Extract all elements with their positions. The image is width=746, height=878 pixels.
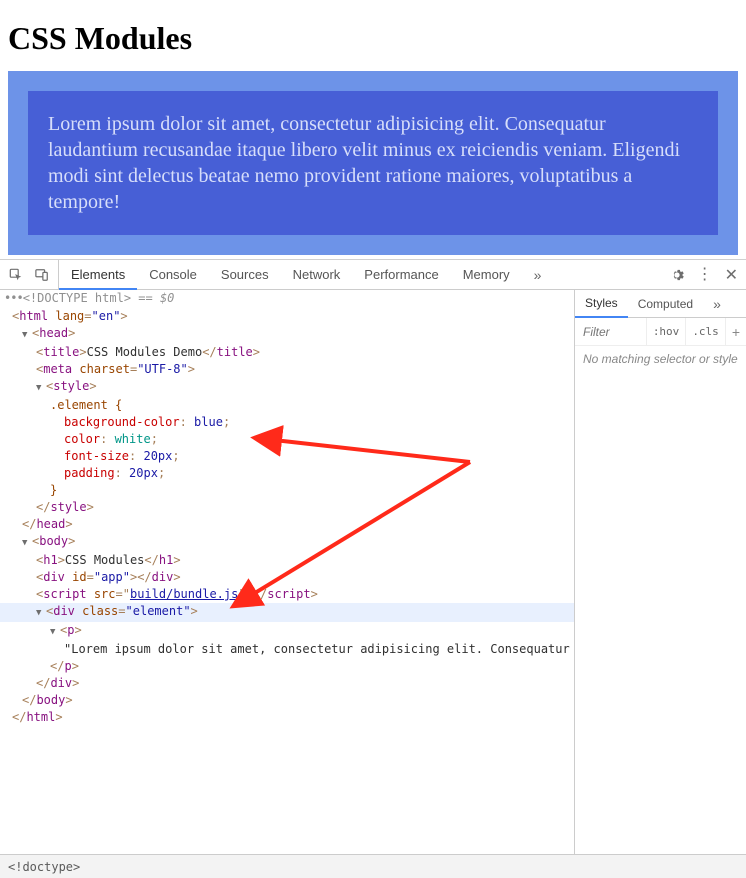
head-close[interactable]: </head> bbox=[0, 516, 574, 533]
title-node[interactable]: <title>CSS Modules Demo</title> bbox=[0, 344, 574, 361]
head-node[interactable]: <head> bbox=[0, 325, 574, 344]
close-icon[interactable]: ✕ bbox=[725, 265, 738, 285]
gear-icon[interactable] bbox=[669, 267, 685, 283]
dom-tree[interactable]: <html lang="en"> <head> <title>CSS Modul… bbox=[0, 306, 574, 878]
div-element-node[interactable]: <div class="element"> bbox=[0, 603, 574, 622]
doctype-text: <!DOCTYPE html> bbox=[23, 291, 131, 305]
h1-node[interactable]: <h1>CSS Modules</h1> bbox=[0, 552, 574, 569]
page-heading: CSS Modules bbox=[8, 20, 738, 57]
style-node[interactable]: <style> bbox=[0, 378, 574, 397]
tab-console[interactable]: Console bbox=[137, 260, 209, 289]
body-node[interactable]: <body> bbox=[0, 533, 574, 552]
styles-filter-input[interactable] bbox=[575, 325, 646, 339]
rendered-page: CSS Modules Lorem ipsum dolor sit amet, … bbox=[0, 0, 746, 263]
styles-overflow-icon[interactable]: » bbox=[703, 290, 731, 317]
breadcrumb[interactable]: <!doctype> bbox=[0, 854, 746, 878]
selected-marker: == $0 bbox=[131, 291, 174, 305]
styles-filter-row: :hov .cls + bbox=[575, 318, 746, 346]
devtools-tabbar: Elements Console Sources Network Perform… bbox=[0, 260, 746, 290]
p-node[interactable]: <p> bbox=[0, 622, 574, 641]
app-container: Lorem ipsum dolor sit amet, consectetur … bbox=[8, 71, 738, 255]
tab-styles[interactable]: Styles bbox=[575, 291, 628, 318]
styles-tabbar: Styles Computed » bbox=[575, 290, 746, 318]
kebab-menu-icon[interactable]: ⋮ bbox=[697, 267, 713, 283]
devtools-panel: Elements Console Sources Network Perform… bbox=[0, 259, 746, 878]
inspect-element-icon[interactable] bbox=[8, 267, 24, 283]
paragraph-text: Lorem ipsum dolor sit amet, consectetur … bbox=[48, 113, 680, 213]
p-text-node[interactable]: "Lorem ipsum dolor sit amet, consectetur… bbox=[0, 641, 574, 658]
hov-button[interactable]: :hov bbox=[646, 318, 686, 345]
no-matching-selector: No matching selector or style bbox=[575, 346, 746, 372]
tab-sources[interactable]: Sources bbox=[209, 260, 281, 289]
elements-panel: •••<!DOCTYPE html> == $0 <html lang="en"… bbox=[0, 290, 574, 878]
devtools-body: •••<!DOCTYPE html> == $0 <html lang="en"… bbox=[0, 290, 746, 878]
div-app-node[interactable]: <div id="app"></div> bbox=[0, 569, 574, 586]
tab-performance[interactable]: Performance bbox=[352, 260, 450, 289]
cls-button[interactable]: .cls bbox=[685, 318, 725, 345]
tab-network[interactable]: Network bbox=[281, 260, 353, 289]
new-style-rule-button[interactable]: + bbox=[725, 318, 746, 345]
styles-panel: Styles Computed » :hov .cls + No matchin… bbox=[574, 290, 746, 878]
devtools-left-icons bbox=[0, 260, 59, 289]
doctype-row[interactable]: •••<!DOCTYPE html> == $0 bbox=[0, 290, 574, 306]
tab-computed[interactable]: Computed bbox=[628, 290, 703, 317]
tab-memory[interactable]: Memory bbox=[451, 260, 522, 289]
element-box: Lorem ipsum dolor sit amet, consectetur … bbox=[28, 91, 718, 235]
meta-node[interactable]: <meta charset="UTF-8"> bbox=[0, 361, 574, 378]
device-toggle-icon[interactable] bbox=[34, 267, 50, 283]
tab-elements[interactable]: Elements bbox=[59, 261, 137, 290]
style-close[interactable]: </style> bbox=[0, 499, 574, 516]
tabs-overflow-icon[interactable]: » bbox=[522, 260, 554, 289]
script-node[interactable]: <script src="build/bundle.js"></script> bbox=[0, 586, 574, 603]
breadcrumb-item[interactable]: <!doctype> bbox=[8, 860, 80, 874]
